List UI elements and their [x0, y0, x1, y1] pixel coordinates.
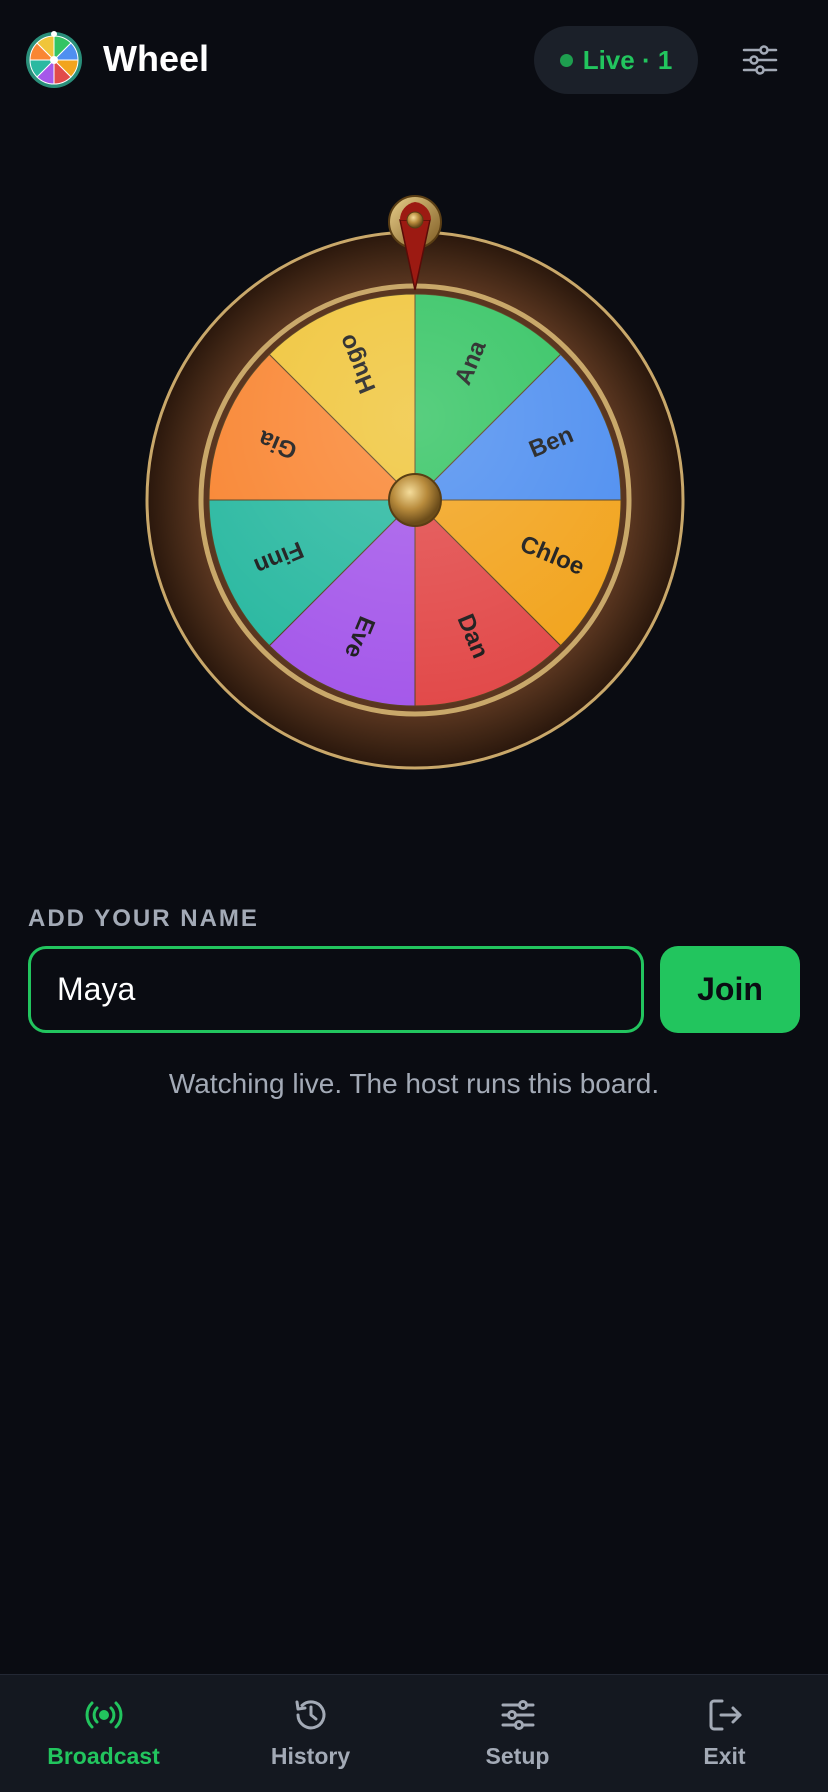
app-root: Wheel Live · 1 ADD YOUR NAME Maya Join W…	[0, 0, 828, 1792]
sliders-icon	[742, 45, 778, 75]
wheel-logo-icon	[26, 31, 82, 88]
history-icon	[295, 1700, 325, 1730]
nav-setup[interactable]: Setup	[414, 1675, 621, 1792]
live-dot	[559, 53, 573, 67]
nav-history[interactable]: History	[207, 1675, 414, 1792]
name-input[interactable]	[28, 946, 644, 1033]
header: Wheel Live · 1	[0, 0, 828, 120]
settings-button[interactable]	[736, 36, 784, 84]
nav-exit[interactable]: Exit	[621, 1675, 828, 1792]
nav-broadcast[interactable]: Broadcast	[0, 1675, 207, 1792]
app-title: Wheel	[103, 38, 210, 79]
nav-setup-label: Setup	[485, 1743, 550, 1769]
nav-exit-label: Exit	[703, 1743, 746, 1769]
live-status-badge[interactable]: Live · 1	[534, 26, 698, 94]
broadcast-icon	[85, 1701, 122, 1729]
wheel-hub	[388, 473, 442, 527]
sliders-icon	[501, 1700, 534, 1730]
exit-icon	[709, 1699, 741, 1731]
bottom-nav: Broadcast History Setup Exit	[0, 1674, 828, 1792]
status-message: Watching live. The host runs this board.	[168, 1068, 660, 1099]
live-status-label: Live · 1	[582, 44, 673, 75]
join-button[interactable]: Join	[660, 946, 800, 1033]
prize-wheel[interactable]: AnaBenChloeDanEveFinnGiaHugo	[130, 180, 700, 780]
nav-history-label: History	[270, 1743, 351, 1769]
add-name-label: ADD YOUR NAME	[28, 905, 259, 932]
nav-broadcast-label: Broadcast	[47, 1743, 160, 1769]
